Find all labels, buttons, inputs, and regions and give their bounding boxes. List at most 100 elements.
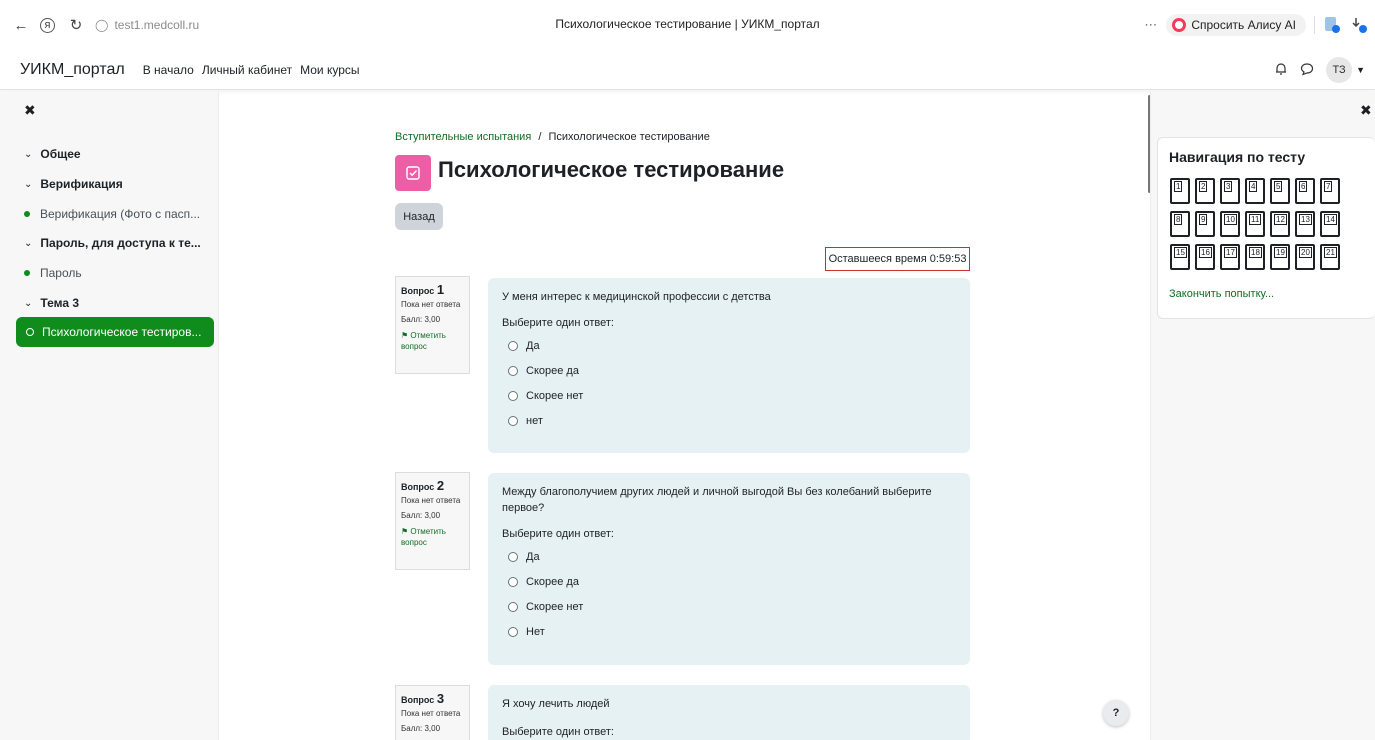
question-text: Я хочу лечить людей [502, 698, 610, 710]
completion-dot-icon [24, 211, 30, 217]
quiz-nav-button-6[interactable]: 6 [1295, 178, 1315, 204]
course-activity-verification[interactable]: Верификация (Фото с пасп... [24, 207, 200, 221]
quiz-nav-button-5[interactable]: 5 [1270, 178, 1290, 204]
tab-title: Психологическое тестирование | УИКМ_порт… [555, 17, 820, 31]
quiz-nav-number: 12 [1274, 214, 1287, 225]
question-text: Между благополучием других людей и лично… [502, 486, 932, 514]
course-activity-psych-test[interactable]: Психологическое тестиров... [16, 317, 214, 347]
course-section-topic3[interactable]: ⌄ Тема 3 [24, 296, 79, 310]
quiz-nav-button-1[interactable]: 1 [1170, 178, 1190, 204]
reload-icon[interactable]: ↻ [65, 14, 87, 36]
notifications-bell-icon[interactable] [1274, 62, 1288, 79]
course-section-password[interactable]: ⌄ Пароль, для доступа к те... [24, 236, 201, 250]
answer-option[interactable]: Да [508, 338, 956, 354]
breadcrumb: Вступительные испытания / Психологическо… [395, 131, 710, 143]
quiz-nav-number: 14 [1324, 214, 1337, 225]
answer-option[interactable]: Нет [508, 624, 956, 640]
radio-button[interactable] [508, 341, 518, 351]
question-info-1: Вопрос 1 Пока нет ответа Балл: 3,00 ⚑ От… [395, 276, 470, 374]
radio-button[interactable] [508, 602, 518, 612]
quiz-nav-button-7[interactable]: 7 [1320, 178, 1340, 204]
quiz-navigation-title: Навигация по тесту [1169, 149, 1306, 165]
question-grade: Балл: 3,00 [401, 511, 441, 520]
more-options-icon[interactable]: ⋯ [1144, 17, 1158, 33]
quiz-nav-button-4[interactable]: 4 [1245, 178, 1265, 204]
quiz-nav-button-8[interactable]: 8 [1170, 211, 1190, 237]
messages-chat-icon[interactable] [1300, 62, 1314, 79]
quiz-nav-button-14[interactable]: 14 [1320, 211, 1340, 237]
course-section-general[interactable]: ⌄ Общее [24, 147, 81, 161]
ask-alice-button[interactable]: Спросить Алису AI [1166, 14, 1306, 36]
quiz-nav-button-16[interactable]: 16 [1195, 244, 1215, 270]
quiz-nav-button-11[interactable]: 11 [1245, 211, 1265, 237]
flag-icon: ⚑ [401, 331, 409, 340]
answer-option[interactable]: Скорее нет [508, 599, 956, 615]
quiz-nav-button-3[interactable]: 3 [1220, 178, 1240, 204]
site-brand[interactable]: УИКМ_портал [20, 61, 125, 79]
quiz-nav-button-20[interactable]: 20 [1295, 244, 1315, 270]
quiz-nav-number: 7 [1324, 181, 1333, 192]
quiz-nav-button-18[interactable]: 18 [1245, 244, 1265, 270]
activity-label: Верификация (Фото с пасп... [40, 207, 201, 221]
question-info-3: Вопрос 3 Пока нет ответа Балл: 3,00 [395, 685, 470, 740]
user-menu-chevron-icon[interactable]: ▼ [1356, 65, 1365, 75]
section-label: Тема 3 [40, 296, 80, 310]
quiz-nav-button-21[interactable]: 21 [1320, 244, 1340, 270]
user-avatar[interactable]: ТЗ [1326, 57, 1353, 83]
radio-button[interactable] [508, 391, 518, 401]
extension-icon[interactable] [1323, 16, 1341, 34]
close-course-index-icon[interactable]: ✖ [24, 102, 36, 119]
radio-button[interactable] [508, 366, 518, 376]
course-activity-password[interactable]: Пароль [24, 266, 82, 280]
quiz-nav-number: 19 [1274, 247, 1287, 258]
breadcrumb-current: Психологическое тестирование [548, 131, 710, 143]
radio-button[interactable] [508, 416, 518, 426]
quiz-nav-number: 9 [1199, 214, 1208, 225]
help-button[interactable]: ? [1103, 700, 1129, 726]
breadcrumb-parent-link[interactable]: Вступительные испытания [395, 131, 531, 143]
quiz-nav-button-15[interactable]: 15 [1170, 244, 1190, 270]
quiz-nav-button-2[interactable]: 2 [1195, 178, 1215, 204]
radio-button[interactable] [508, 552, 518, 562]
back-button[interactable]: Назад [395, 203, 443, 230]
quiz-nav-number: 13 [1299, 214, 1312, 225]
incomplete-circle-icon [26, 328, 34, 336]
quiz-nav-button-12[interactable]: 12 [1270, 211, 1290, 237]
answer-prompt: Выберите один ответ: [502, 726, 614, 738]
shield-icon: ◯ [95, 18, 109, 32]
back-arrow-icon[interactable]: ← [10, 14, 32, 36]
quiz-nav-button-17[interactable]: 17 [1220, 244, 1240, 270]
course-section-verification[interactable]: ⌄ Верификация [24, 177, 123, 191]
address-bar[interactable]: ◯ test1.medcoll.ru [95, 18, 199, 32]
answer-option[interactable]: Скорее да [508, 363, 956, 379]
answer-option[interactable]: Скорее да [508, 574, 956, 590]
close-drawer-icon[interactable]: ✖ [1360, 102, 1372, 119]
answer-option[interactable]: Скорее нет [508, 388, 956, 404]
flag-question-link[interactable]: ⚑ Отметить вопрос [401, 526, 464, 548]
question-text: У меня интерес к медицинской профессии с… [502, 291, 771, 303]
quiz-nav-button-10[interactable]: 10 [1220, 211, 1240, 237]
finish-attempt-link[interactable]: Закончить попытку... [1169, 288, 1274, 300]
answer-option[interactable]: нет [508, 413, 956, 429]
ask-alice-label: Спросить Алису AI [1191, 18, 1296, 32]
quiz-nav-button-19[interactable]: 19 [1270, 244, 1290, 270]
quiz-nav-number: 18 [1249, 247, 1262, 258]
question-number: Вопрос 3 [401, 691, 445, 706]
timer-label: Оставшееся время [828, 253, 927, 265]
nav-home-link[interactable]: В начало [143, 63, 194, 77]
chevron-down-icon: ⌄ [24, 178, 33, 190]
answer-option[interactable]: Да [508, 549, 956, 565]
downloads-icon[interactable] [1349, 16, 1367, 34]
radio-button[interactable] [508, 627, 518, 637]
chevron-down-icon: ⌄ [24, 297, 33, 309]
question-content-1: У меня интерес к медицинской профессии с… [488, 278, 970, 453]
nav-dashboard-link[interactable]: Личный кабинет [202, 63, 292, 77]
question-state: Пока нет ответа [401, 709, 461, 718]
nav-mycourses-link[interactable]: Мои курсы [300, 63, 359, 77]
quiz-nav-button-9[interactable]: 9 [1195, 211, 1215, 237]
yandex-home-icon[interactable]: я [40, 17, 55, 33]
quiz-nav-number: 17 [1224, 247, 1237, 258]
quiz-nav-button-13[interactable]: 13 [1295, 211, 1315, 237]
radio-button[interactable] [508, 577, 518, 587]
flag-question-link[interactable]: ⚑ Отметить вопрос [401, 330, 464, 352]
